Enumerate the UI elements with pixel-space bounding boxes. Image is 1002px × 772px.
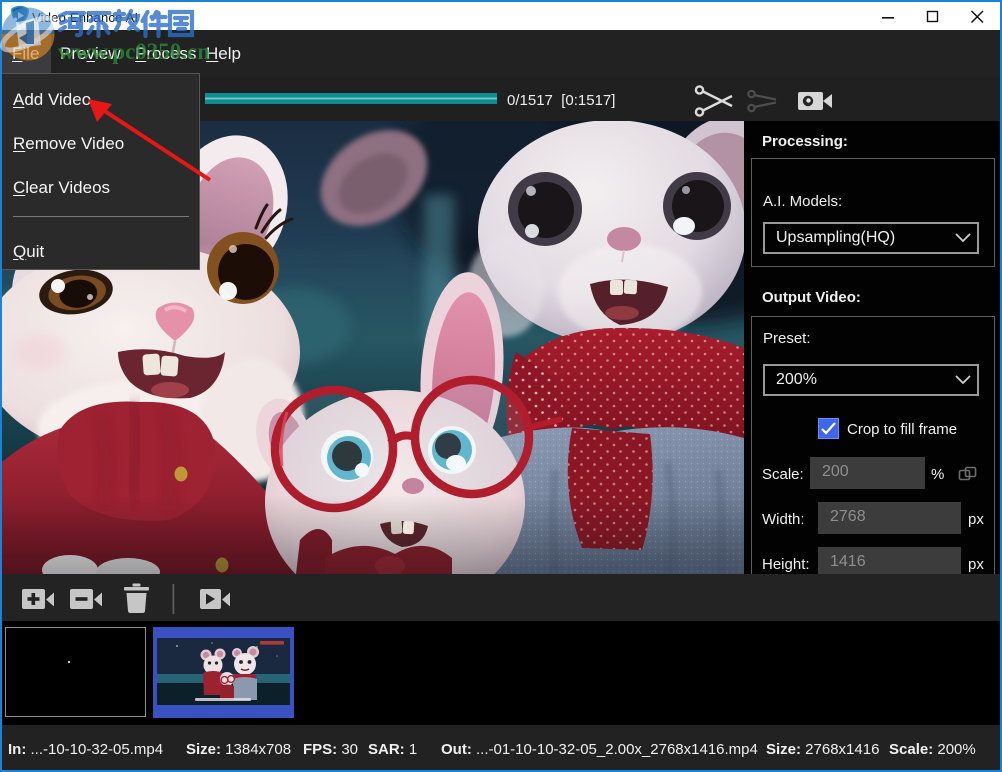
svg-text:www.pc0350.cn: www.pc0350.cn (58, 39, 210, 64)
